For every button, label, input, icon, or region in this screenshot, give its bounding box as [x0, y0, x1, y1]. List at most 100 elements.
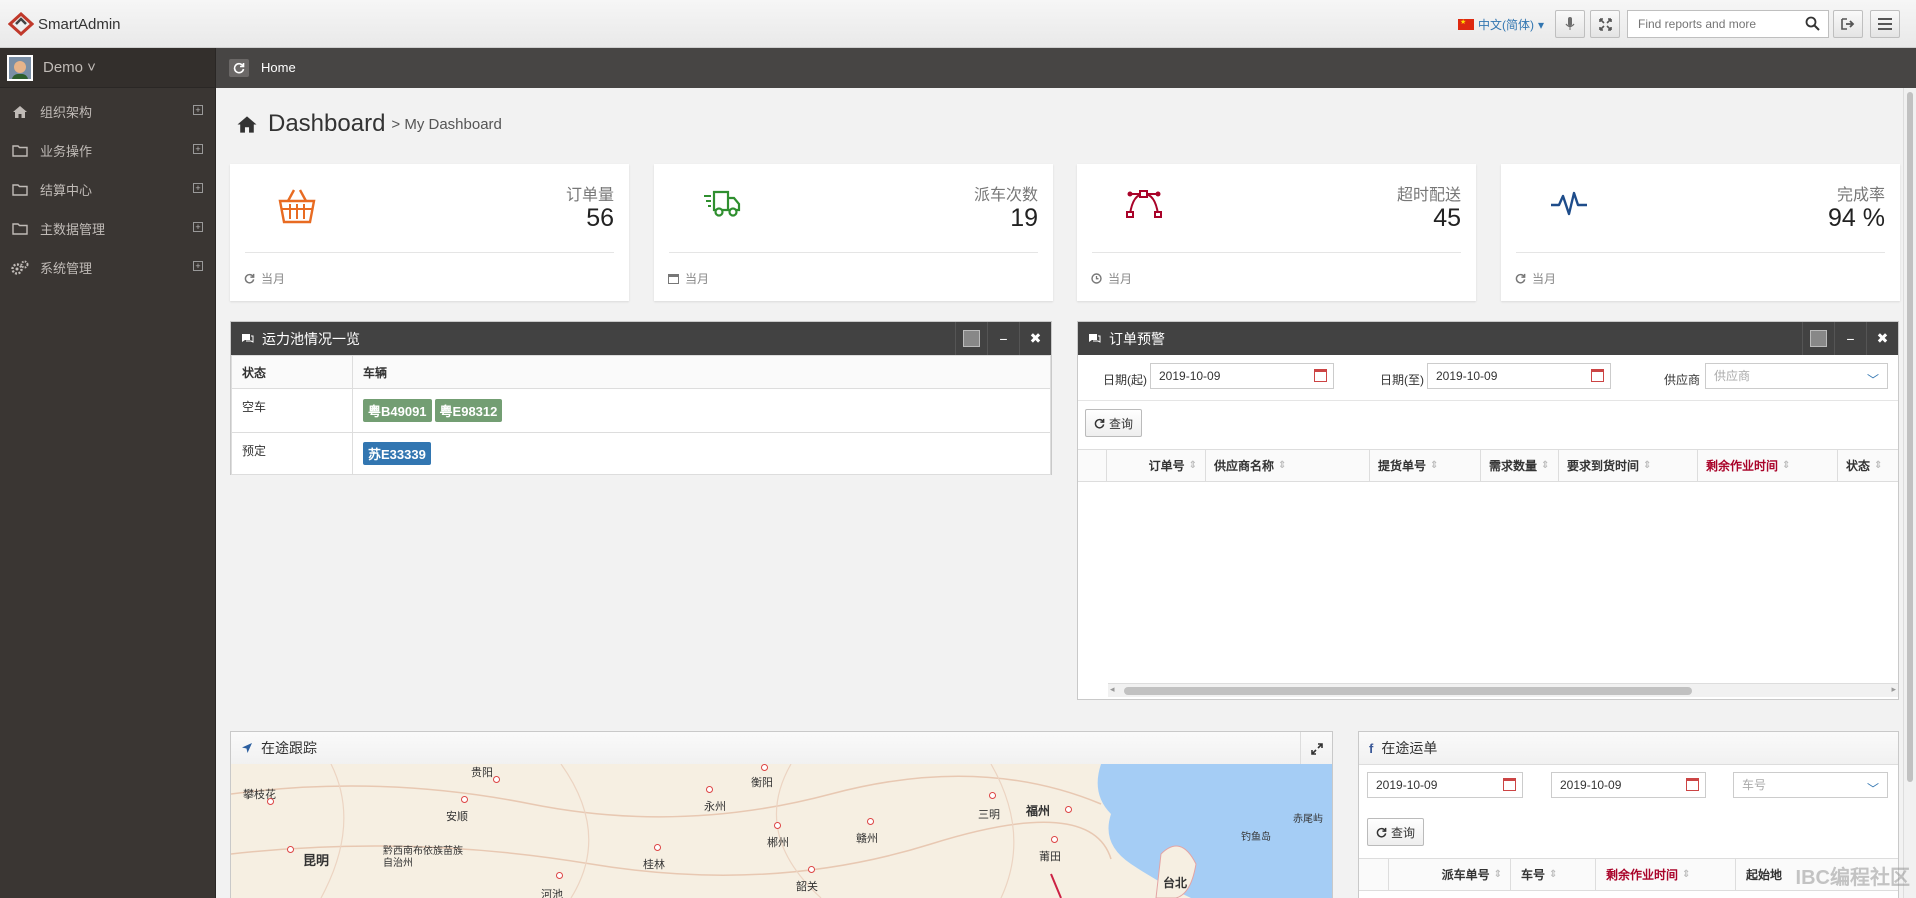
vehicle-select[interactable]: 车号 ﹀	[1733, 772, 1888, 798]
city-marker	[493, 776, 500, 783]
sidebar-item-operations[interactable]: 业务操作 +	[0, 131, 215, 170]
expand-icon[interactable]: +	[193, 222, 203, 232]
column-header[interactable]: 要求到货时间 ⇕	[1559, 450, 1698, 481]
capacity-widget: 运力池情况一览 − ✖ 状态 车辆 空车 粤B49091粤E98312 预定	[230, 321, 1052, 475]
date-to-input[interactable]: 2019-10-09	[1427, 363, 1611, 389]
widget-toolbar: − ✖	[955, 322, 1051, 355]
vector-icon	[1125, 188, 1163, 221]
page-subtitle: > My Dashboard	[391, 115, 502, 133]
map-city-label: 贵阳	[471, 767, 493, 779]
column-header[interactable]: 车辆	[352, 355, 1051, 389]
sort-icon: ⇕	[1430, 460, 1439, 471]
fullscreen-button[interactable]	[1590, 10, 1620, 38]
widget-title: 运力池情况一览	[262, 330, 360, 347]
sort-icon: ⇕	[1188, 460, 1197, 471]
refresh-icon	[1094, 418, 1105, 428]
column-header[interactable]: 需求数量 ⇕	[1481, 450, 1559, 481]
stat-label: 超时配送	[1396, 187, 1461, 204]
column-header[interactable]: 剩余作业时间 ⇕	[1698, 450, 1838, 481]
color-picker-button[interactable]	[955, 322, 987, 355]
language-selector[interactable]: 中文(简体) ▾	[1458, 16, 1544, 33]
map-city-label: 河池	[541, 889, 563, 898]
query-button[interactable]: 查询	[1085, 409, 1143, 437]
divider	[245, 252, 614, 253]
city-marker	[761, 764, 768, 771]
folder-icon	[10, 222, 30, 235]
color-picker-button[interactable]	[1802, 322, 1834, 355]
sidebar-item-organization[interactable]: 组织架构 +	[0, 92, 215, 131]
sidebar-item-settlement[interactable]: 结算中心 +	[0, 170, 215, 209]
vehicle-cell: 粤B49091 粤E98312	[352, 388, 1051, 433]
column-header[interactable]: 状态 ⇕	[1838, 450, 1898, 481]
menu-toggle-button[interactable]	[1870, 10, 1900, 38]
chevron-down-icon: ▾	[1538, 17, 1545, 32]
date-from-input[interactable]: 2019-10-09	[1150, 363, 1334, 389]
vehicle-tag[interactable]: 苏E33339	[363, 442, 431, 465]
voice-command-button[interactable]	[1555, 10, 1585, 38]
expand-icon[interactable]: +	[193, 183, 203, 193]
column-header[interactable]: 供应商名称 ⇕	[1206, 450, 1370, 481]
transit-date-to-input[interactable]: 2019-10-09	[1551, 772, 1706, 798]
stat-label: 派车次数	[973, 187, 1038, 204]
vehicle-tag[interactable]: 粤E98312	[434, 399, 503, 422]
calendar-icon	[1591, 369, 1604, 382]
column-header[interactable]: 状态	[231, 355, 353, 389]
search-input[interactable]	[1628, 11, 1788, 37]
sort-icon: ⇕	[1493, 869, 1502, 880]
expand-icon[interactable]: +	[193, 261, 203, 271]
order-alert-table-header: 订单号 ⇕ 供应商名称 ⇕ 提货单号 ⇕ 需求数量 ⇕ 要求到货时间 ⇕ 剩余作业时间 ⇕ …	[1078, 449, 1898, 482]
close-button[interactable]: ✖	[1019, 322, 1051, 355]
microphone-icon	[1565, 17, 1575, 30]
fullscreen-button[interactable]	[1300, 732, 1332, 765]
stat-card-overdue: 超时配送 45 当月	[1077, 164, 1476, 301]
refresh-icon	[244, 273, 255, 284]
table-horizontal-scrollbar[interactable]: ◂ ▸	[1108, 683, 1898, 697]
color-swatch-icon	[1810, 330, 1827, 347]
column-header[interactable]: 派车单号 ⇕	[1389, 859, 1511, 890]
collapse-button[interactable]: −	[987, 322, 1019, 355]
vehicle-tag[interactable]: 粤B49091	[363, 399, 432, 422]
city-marker	[267, 798, 274, 805]
divider	[669, 252, 1038, 253]
column-header[interactable]: 剩余作业时间 ⇕	[1596, 859, 1736, 890]
transit-query-button[interactable]: 查询	[1367, 818, 1425, 846]
refresh-button[interactable]	[229, 59, 249, 77]
stat-value: 56	[586, 204, 614, 232]
color-swatch-icon	[963, 330, 980, 347]
calendar-icon	[1686, 778, 1699, 791]
scrollbar-thumb[interactable]	[1124, 687, 1692, 695]
column-header[interactable]: 提货单号 ⇕	[1370, 450, 1481, 481]
divider	[1078, 400, 1898, 401]
stat-card-dispatch: 派车次数 19 当月	[654, 164, 1053, 301]
transit-date-from-input[interactable]: 2019-10-09	[1367, 772, 1523, 798]
map-city-label: 黔西南布依族苗族自治州	[383, 846, 463, 869]
close-button[interactable]: ✖	[1866, 322, 1898, 355]
page-scrollbar[interactable]	[1903, 88, 1916, 898]
checkbox-column	[1359, 859, 1389, 890]
map-city-label: 赣州	[856, 833, 878, 845]
folder-icon	[10, 183, 30, 196]
expand-icon[interactable]: +	[193, 105, 203, 115]
left-sidebar: Demo ˅ 组织架构 + 业务操作 + 结算中心 + 主数据管理 + 系统管理…	[0, 48, 216, 898]
collapse-button[interactable]: −	[1834, 322, 1866, 355]
expand-icon	[1310, 742, 1323, 755]
app-logo[interactable]: SmartAdmin	[8, 12, 121, 36]
sidebar-item-system[interactable]: 系统管理 +	[0, 248, 215, 287]
map-city-label: 台北	[1163, 876, 1188, 890]
tracking-map[interactable]: 攀枝花 昆明 黔西南布依族苗族自治州 安顺 贵阳 河池 桂林 永州 衡阳 郴州 …	[231, 764, 1332, 898]
sort-icon: ⇕	[1682, 869, 1691, 880]
search-icon[interactable]	[1805, 16, 1820, 34]
stat-card-orders: 订单量 56 当月	[230, 164, 629, 301]
username: Demo ˅	[43, 59, 96, 76]
column-header[interactable]: 车号 ⇕	[1511, 859, 1596, 890]
supplier-select[interactable]: 供应商 ﹀	[1705, 363, 1888, 389]
expand-icon[interactable]: +	[193, 144, 203, 154]
pulse-icon	[1549, 188, 1589, 221]
sidebar-item-master-data[interactable]: 主数据管理 +	[0, 209, 215, 248]
stat-footer: 当月	[244, 270, 285, 287]
logout-button[interactable]	[1833, 10, 1863, 38]
city-marker	[461, 796, 468, 803]
user-info[interactable]: Demo ˅	[0, 48, 215, 88]
breadcrumb[interactable]: Home	[261, 60, 296, 75]
column-header[interactable]: 订单号 ⇕	[1107, 450, 1206, 481]
